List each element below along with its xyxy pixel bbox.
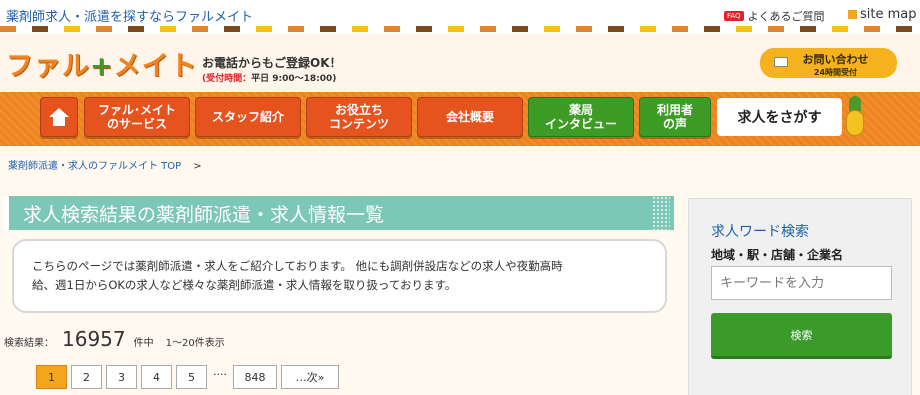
result-range: 1〜20件表示 <box>165 338 225 349</box>
mail-icon <box>774 57 788 67</box>
intro-line-1: こちらのページでは薬剤師派遣・求人をご紹介しております。 他にも調剤併設店などの… <box>32 259 563 273</box>
page-next[interactable]: …次» <box>281 365 339 389</box>
breadcrumb: 薬剤師派遣・求人のファルメイト TOP > <box>8 157 202 172</box>
intro-line-2: 給、週1日からOKの求人など様々な薬剤師派遣・求人情報を取り扱っております。 <box>32 278 457 292</box>
faq-link[interactable]: FAQ よくあるご質問 <box>724 8 825 24</box>
sidebar-label: 地域・駅・店舗・企業名 <box>711 248 844 262</box>
page-1[interactable]: 1 <box>36 365 67 389</box>
logo-plus: + <box>90 51 114 82</box>
decorative-stripes <box>0 26 920 32</box>
page-2[interactable]: 2 <box>71 365 102 389</box>
nav-item-staff[interactable]: スタッフ紹介 <box>195 97 301 137</box>
breadcrumb-separator: > <box>193 161 202 172</box>
logo-text-1: ファル <box>6 51 90 82</box>
page-4[interactable]: 4 <box>141 365 172 389</box>
main-nav: ファル･メイト のサービス スタッフ紹介 お役立ち コンテンツ 会社概要 薬局 … <box>0 92 920 146</box>
top-bar: 薬剤師求人・派遣を探すならファルメイト FAQ よくあるご質問 site map <box>0 0 920 34</box>
result-label: 検索結果： <box>4 338 54 349</box>
site-tagline: 薬剤師求人・派遣を探すならファルメイト <box>6 10 254 25</box>
contact-label: お問い合わせ <box>802 53 869 66</box>
faq-badge: FAQ <box>724 11 744 21</box>
sidebar-title: 求人ワード検索 <box>711 224 809 240</box>
nav-home[interactable] <box>40 97 78 137</box>
page-heading: 求人検索結果の薬剤師派遣・求人情報一覧 <box>4 196 674 230</box>
header: ファル+メイト お電話からもご登録OK！ (受付時間：平日 9:00〜18:00… <box>0 34 920 92</box>
phone-hours: (受付時間：平日 9:00〜18:00) <box>202 71 336 84</box>
nav-search-jobs[interactable]: 求人をさがす <box>717 98 842 136</box>
home-icon <box>49 108 69 126</box>
phone-hours-label: (受付時間： <box>202 74 252 84</box>
breadcrumb-home[interactable]: 薬剤師派遣・求人のファルメイト TOP <box>8 161 181 172</box>
sitemap-link[interactable]: site map <box>848 7 917 22</box>
result-count: 16957 <box>62 327 126 351</box>
phone-text: お電話からもご登録OK！ <box>202 56 342 70</box>
sitemap-square-icon <box>848 10 857 19</box>
result-summary: 検索結果： 16957 件中 1〜20件表示 <box>4 327 225 351</box>
nav-item-company[interactable]: 会社概要 <box>417 97 523 137</box>
logo-text-2: メイト <box>113 51 198 82</box>
pineapple-icon <box>844 96 866 138</box>
intro-box: こちらのページでは薬剤師派遣・求人をご紹介しております。 他にも調剤併設店などの… <box>12 239 667 313</box>
page-last[interactable]: 848 <box>233 365 277 389</box>
heading-dots <box>652 196 670 230</box>
faq-label: よくあるご質問 <box>747 10 825 23</box>
site-logo[interactable]: ファル+メイト <box>6 44 198 83</box>
page-3[interactable]: 3 <box>106 365 137 389</box>
result-unit: 件中 <box>133 338 154 349</box>
sidebar-search: 求人ワード検索 地域・駅・店舗・企業名 検索 <box>688 198 912 395</box>
keyword-input[interactable] <box>711 266 892 300</box>
page-title: 求人検索結果の薬剤師派遣・求人情報一覧 <box>23 204 385 226</box>
page-ellipsis: .... <box>213 365 227 378</box>
sitemap-label: site map <box>860 7 917 22</box>
phone-hours-value: 平日 9:00〜18:00) <box>251 74 337 84</box>
pagination: 1 2 3 4 5 .... 848 …次» <box>36 365 343 389</box>
nav-item-contents[interactable]: お役立ち コンテンツ <box>306 97 412 137</box>
contact-sub: 24時間受付 <box>813 68 858 77</box>
search-button[interactable]: 検索 <box>711 313 892 359</box>
page-5[interactable]: 5 <box>176 365 207 389</box>
nav-item-voice[interactable]: 利用者 の声 <box>639 97 711 137</box>
contact-button[interactable]: お問い合わせ 24時間受付 <box>760 48 897 78</box>
nav-item-service[interactable]: ファル･メイト のサービス <box>84 97 190 137</box>
nav-item-interview[interactable]: 薬局 インタビュー <box>528 97 634 137</box>
